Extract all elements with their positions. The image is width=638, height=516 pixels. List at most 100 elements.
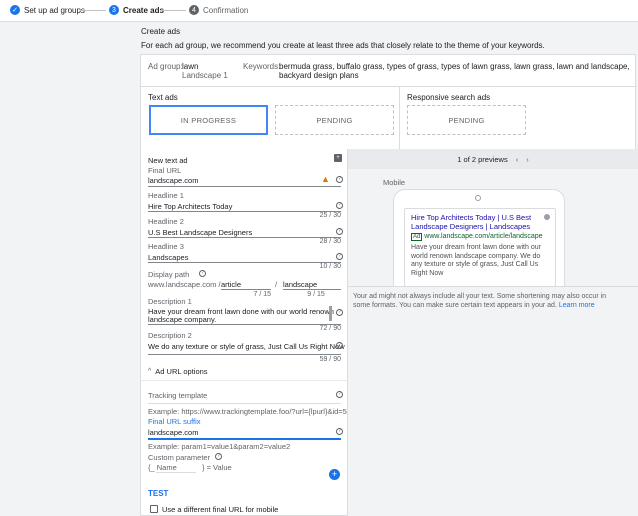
final-url-suffix-underline [148, 438, 341, 440]
device-label: Mobile [383, 178, 406, 187]
ad-display-url: www.landscape.com/article/landscape [424, 233, 543, 240]
final-url-label: Final URL [148, 166, 182, 175]
learn-more-link[interactable]: Learn more [559, 302, 595, 309]
chevron-right-icon[interactable]: › [526, 155, 529, 164]
path-1-underline [221, 289, 271, 290]
ad-url-options-toggle[interactable]: ^ Ad URL options [148, 367, 208, 376]
keywords-line-1: bermuda grass, buffalo grass, types of g… [279, 62, 630, 71]
ad-preview: Hire Top Architects Today | U.S Best Lan… [404, 208, 556, 287]
ad-badge: Ad [411, 233, 423, 241]
tracking-example: Example: https://www.trackingtemplate.fo… [148, 407, 347, 416]
adgroup-label: Ad group: [148, 62, 183, 71]
description-2-counter: 59 / 90 [319, 356, 341, 363]
keywords-label: Keywords: [243, 62, 281, 71]
tracking-template-underline[interactable] [148, 403, 341, 404]
step-number-icon: 4 [189, 5, 199, 15]
text-ad-pending[interactable]: PENDING [275, 105, 394, 135]
headline-3-input[interactable]: Landscapes [148, 253, 188, 262]
step-connector [80, 10, 106, 11]
help-icon[interactable]: ? [336, 309, 343, 316]
description-1-label: Description 1 [148, 297, 192, 306]
text-ads-title: Text ads [148, 93, 178, 102]
step-number-icon: 3 [109, 5, 119, 15]
main-content: Create ads For each ad group, we recomme… [138, 22, 638, 516]
final-url-suffix-label: Final URL suffix [148, 417, 201, 426]
ad-url-options-label: Ad URL options [155, 367, 208, 376]
final-url-suffix-input[interactable]: landscape.com [148, 428, 198, 437]
tracking-template-label: Tracking template [148, 391, 208, 400]
divider [141, 380, 349, 381]
custom-param-name[interactable]: {_ Name [148, 463, 177, 472]
path-1-counter: 7 / 15 [253, 291, 271, 298]
custom-param-value[interactable]: } = Value [202, 463, 232, 472]
custom-name-underline [156, 472, 196, 473]
final-url-input[interactable]: landscape.com [148, 176, 198, 185]
display-path-label: Display path [148, 270, 190, 279]
help-icon[interactable]: ? [215, 453, 222, 460]
test-button[interactable]: TEST [148, 489, 168, 498]
stepper: ✓ Set up ad groups 3 Create ads 4 Confir… [0, 0, 638, 22]
preview-counter: 1 of 2 previews [457, 154, 508, 164]
step-label: Create ads [123, 5, 164, 15]
description-2-label: Description 2 [148, 331, 192, 340]
final-url-underline [148, 186, 341, 187]
path-separator: / [275, 280, 278, 289]
check-icon: ✓ [10, 5, 20, 15]
adgroup-name: lawn [182, 62, 199, 71]
ad-description: Have your dream front lawn done with our… [411, 244, 541, 277]
phone-frame: Hire Top Architects Today | U.S Best Lan… [393, 189, 565, 287]
ad-url-line: Ad www.landscape.com/article/landscape [411, 232, 549, 242]
adgroup-card: Ad group: lawn Landscape 1 Keywords: ber… [140, 54, 636, 88]
step-label: Confirmation [203, 5, 249, 15]
copy-icon[interactable]: + [334, 154, 342, 162]
preview-header: 1 of 2 previews ‹ › [348, 149, 638, 169]
mobile-url-checkbox[interactable] [150, 505, 158, 513]
add-parameter-icon[interactable]: + [329, 469, 340, 480]
help-icon[interactable]: ? [336, 253, 343, 260]
phone-camera [475, 195, 481, 201]
path-1-input[interactable]: article [221, 280, 241, 289]
form-title: New text ad [148, 156, 188, 165]
help-icon[interactable]: ? [336, 176, 343, 183]
step-connector [160, 10, 186, 11]
mobile-url-label: Use a different final URL for mobile [162, 505, 279, 514]
help-icon[interactable]: ? [336, 428, 343, 435]
rsa-pending[interactable]: PENDING [407, 105, 526, 135]
headline-1-counter: 25 / 30 [319, 212, 341, 219]
description-2-underline [148, 354, 341, 355]
path-2-input[interactable]: landscape [283, 280, 317, 289]
page-title: Create ads [141, 27, 181, 36]
headline-2-input[interactable]: U.S Best Landscape Designers [148, 228, 252, 237]
help-icon[interactable]: ? [336, 342, 343, 349]
headline-2-label: Headline 2 [148, 217, 184, 226]
chevron-left-icon[interactable]: ‹ [516, 155, 519, 164]
description-2-input[interactable]: We do any texture or style of grass, Jus… [148, 342, 345, 351]
chevron-up-icon: ^ [148, 368, 152, 375]
path-domain: www.landscape.com / [148, 280, 221, 289]
warning-icon: ▲ [321, 174, 330, 184]
ad-headline[interactable]: Hire Top Architects Today | U.S Best Lan… [411, 213, 549, 231]
text-ad-form: New text ad + Final URL landscape.com ▲ … [140, 149, 349, 516]
help-icon[interactable]: ? [336, 391, 343, 398]
preview-note: Your ad might not always include all you… [353, 293, 615, 310]
textarea-scrollbar[interactable] [329, 306, 332, 321]
custom-parameter-label: Custom parameter [148, 453, 211, 462]
suffix-example: Example: param1=value1&param2=value2 [148, 442, 291, 451]
help-icon[interactable]: ? [336, 202, 343, 209]
help-icon[interactable]: ? [336, 228, 343, 235]
headline-1-input[interactable]: Hire Top Architects Today [148, 202, 232, 211]
step-confirmation[interactable]: 4 Confirmation [189, 5, 248, 15]
step-create-ads[interactable]: 3 Create ads [109, 5, 164, 15]
description-1-line-2[interactable]: landscape company. [148, 315, 216, 324]
keywords-line-2: backyard design plans [279, 71, 359, 80]
headline-2-counter: 28 / 30 [319, 238, 341, 245]
page-description: For each ad group, we recommend you crea… [141, 41, 545, 50]
path-2-underline [283, 289, 341, 290]
step-set-up-ad-groups[interactable]: ✓ Set up ad groups [10, 5, 85, 15]
help-icon[interactable]: ? [199, 270, 206, 277]
preview-panel: 1 of 2 previews ‹ › Mobile Hire Top Arch… [348, 149, 638, 516]
path-2-counter: 9 / 15 [307, 291, 325, 298]
text-ad-in-progress[interactable]: IN PROGRESS [149, 105, 268, 135]
info-icon[interactable] [544, 214, 550, 220]
headline-3-counter: 10 / 30 [319, 263, 341, 270]
